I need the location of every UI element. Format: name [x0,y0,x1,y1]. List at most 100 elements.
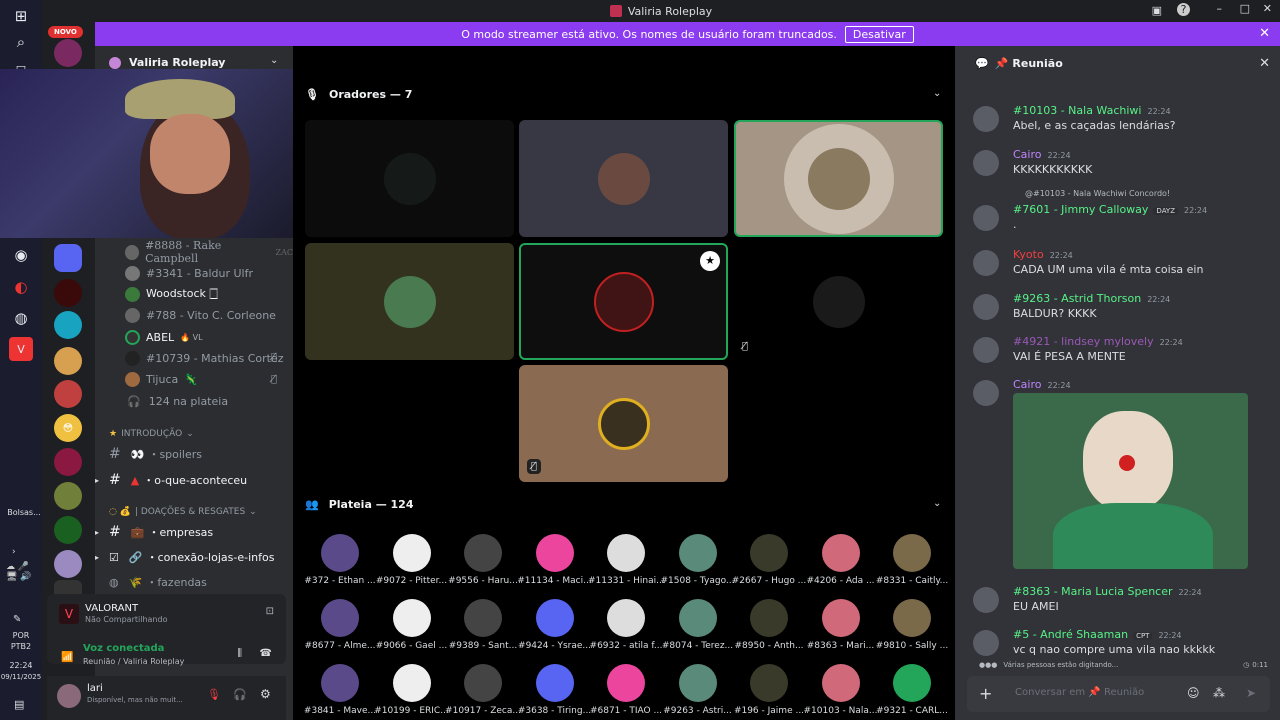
noise-suppression-icon[interactable]: ⫼ [237,648,242,659]
speaker-tile[interactable] [305,120,514,237]
category-introducao[interactable]: ★ INTRODUÇÃO ⌄ [109,424,194,444]
server-header[interactable]: Valiria Roleplay [109,56,225,69]
speaker-tile[interactable] [305,243,514,360]
chevron-up-icon[interactable]: › [12,547,16,557]
message-author[interactable]: #4921 - lindsey mylovely [1013,335,1154,348]
pen-icon[interactable]: ✎ [13,614,21,625]
speaker-tile-speaking[interactable]: ★ [519,243,728,360]
clock-date[interactable]: 09/11/2025 [0,673,42,681]
message-author[interactable]: #8363 - Maria Lucia Spencer [1013,585,1173,598]
chevron-down-icon[interactable]: ⌄ [270,55,278,66]
category-doacoes[interactable]: ◌ 💰 | DOAÇÕES & RESGATES ⌄ [109,502,257,522]
audience-member[interactable]: #3841 - Mave... [302,664,378,716]
bolsas-widget[interactable]: Bolsas... [4,508,44,517]
message-author[interactable]: #7601 - Jimmy Calloway [1013,203,1148,216]
avatar[interactable] [973,150,999,176]
avatar[interactable] [57,684,81,708]
valorant-icon[interactable]: V [9,337,33,361]
audience-member[interactable]: #6871 - TIAO ... [588,664,664,716]
channel-spoilers[interactable]: # 👀 ・ spoilers [109,444,202,464]
audience-member[interactable]: #3638 - Tiring... [517,664,593,716]
audience-member[interactable]: #9424 - Ysrae... [517,599,593,651]
mic-muted-icon[interactable]: 🎙 [207,688,221,701]
audience-member[interactable]: #11331 - Hinai... [588,534,664,586]
speaker-tile[interactable]: 🎙̸ [734,243,943,360]
inbox-icon[interactable]: ▣ [1152,4,1162,17]
username[interactable]: lari [87,683,103,694]
windows-start-icon[interactable]: ⊞ [9,4,33,28]
server-icon[interactable] [54,279,82,307]
add-attachment-icon[interactable]: + [979,684,992,703]
avatar[interactable] [973,294,999,320]
message-author[interactable]: #10103 - Nala Wachiwi [1013,104,1141,117]
audience-member[interactable]: #11134 - Maci... [517,534,593,586]
audience-member[interactable]: #372 - Ethan ... [302,534,378,586]
channel-o-que-aconteceu[interactable]: # ▲ ・ o-que-aconteceu [109,470,247,490]
message-author[interactable]: Cairo [1013,378,1042,391]
expand-arrow-icon[interactable]: ▸ [95,476,99,485]
audience-member[interactable]: #8677 - Alme... [302,599,378,651]
audience-member[interactable]: #9066 - Gael ... [374,599,450,651]
audience-member[interactable]: #6932 - atila f... [588,599,664,651]
server-icon[interactable] [54,516,82,544]
avatar[interactable] [973,630,999,656]
message-author[interactable]: #9263 - Astrid Thorson [1013,292,1141,305]
voice-connected-title[interactable]: Voz conectada [83,643,164,654]
reply-preview[interactable]: @#10103 - Nala Wachiwi Concordo! [1025,189,1170,198]
screen-share-icon[interactable]: ⊡ [266,606,274,617]
maximize-button[interactable]: □ [1240,2,1250,15]
app-icon[interactable]: ◐ [9,275,33,299]
audience-member[interactable]: #1508 - Tyago... [660,534,736,586]
audience-member[interactable]: #9556 - Haru... [445,534,521,586]
server-icon[interactable] [54,39,82,67]
signal-icon[interactable]: 📶 [61,652,73,663]
speaker-tile-speaking[interactable] [734,120,943,237]
close-icon[interactable]: ✕ [1259,56,1270,71]
emoji-icon[interactable]: ☺ [1187,686,1200,700]
avatar[interactable] [973,106,999,132]
audience-member[interactable]: #8074 - Terez... [660,599,736,651]
expand-arrow-icon[interactable]: ▸ [95,528,99,537]
avatar[interactable] [973,380,999,406]
chevron-down-icon[interactable]: ⌄ [933,88,941,99]
message-author[interactable]: Cairo [1013,148,1042,161]
audience-member[interactable]: #8363 - Mari... [803,599,879,651]
server-icon[interactable] [54,380,82,408]
server-icon[interactable] [54,347,82,375]
audience-member[interactable]: #9389 - Sant... [445,599,521,651]
steam-icon[interactable]: ◉ [9,243,33,267]
language[interactable]: POR [0,631,42,640]
valiria-server-icon[interactable] [54,448,82,476]
server-icon[interactable] [54,550,82,578]
message-input-box[interactable]: + Conversar em 📌 Reunião ☺ ⁂ ➤ [967,676,1270,712]
emoji-server-icon[interactable]: 😳 [54,414,82,442]
avatar[interactable] [973,205,999,231]
channel-empresas[interactable]: # 💼 ・ empresas [109,522,213,542]
speaker-tile[interactable]: 🎙̸ [519,365,728,482]
audience-member[interactable]: #8950 - Anth... [731,599,807,651]
audience-member[interactable]: #8331 - Caitly... [874,534,950,586]
apps-icon[interactable]: ⁂ [1213,686,1225,700]
avatar[interactable] [973,587,999,613]
close-banner-icon[interactable]: ✕ [1259,26,1270,41]
headphones-icon[interactable]: 🎧 [233,688,247,701]
avatar[interactable] [973,250,999,276]
message-input[interactable]: Conversar em 📌 Reunião [1015,687,1144,698]
chevron-down-icon[interactable]: ⌄ [933,498,941,509]
channel-fazendas[interactable]: ◍ 🌾 ・ fazendas [109,572,207,592]
audience-member[interactable]: #10103 - Nala... [803,664,879,716]
gif-attachment[interactable] [1013,393,1248,569]
audience-member[interactable]: #9321 - CARL... [874,664,950,716]
audience-member[interactable]: #9810 - Sally ... [874,599,950,651]
message-author[interactable]: #5 - André Shaaman [1013,628,1128,641]
voice-channel-path[interactable]: Reunião / Valiria Roleplay [83,657,184,666]
server-icon[interactable] [54,311,82,339]
help-icon[interactable]: ? [1177,3,1190,16]
user-status[interactable]: Disponível, mas não muit... [87,696,197,704]
gear-icon[interactable]: ⚙ [260,687,271,701]
channel-conexao-lojas[interactable]: ☑ 🔗 ・ conexão-lojas-e-infos [109,547,274,567]
expand-arrow-icon[interactable]: ▸ [95,553,99,562]
audience-member[interactable]: #10199 - ERIC... [374,664,450,716]
speaker-tile[interactable] [519,120,728,237]
message-author[interactable]: Kyoto [1013,248,1044,261]
